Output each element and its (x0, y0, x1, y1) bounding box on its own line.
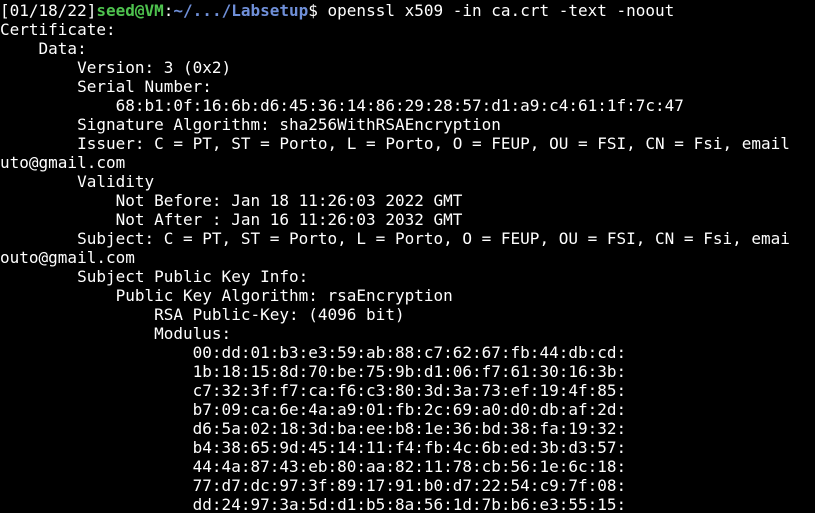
output-line: Not Before: Jan 18 11:26:03 2022 GMT (0, 191, 463, 210)
output-line: Subject Public Key Info: (0, 267, 309, 286)
prompt-path: ~/.../Labsetup (173, 1, 309, 20)
output-line: Signature Algorithm: sha256WithRSAEncryp… (0, 115, 501, 134)
output-line: dd:24:97:3a:5d:d1:b5:8a:56:1d:7b:b6:e3:5… (0, 495, 627, 513)
output-line: outo@gmail.com (0, 248, 135, 267)
terminal-window[interactable]: [01/18/22]seed@VM:~/.../Labsetup$ openss… (0, 0, 815, 513)
output-line: Subject: C = PT, ST = Porto, L = Porto, … (0, 229, 790, 248)
prompt-line: [01/18/22]seed@VM:~/.../Labsetup$ openss… (0, 1, 815, 20)
prompt-user-host: seed@VM (96, 1, 164, 20)
output-line: 1b:18:15:8d:70:be:75:9b:d1:06:f7:61:30:1… (0, 362, 627, 381)
output-line: b7:09:ca:6e:4a:a9:01:fb:2c:69:a0:d0:db:a… (0, 400, 627, 419)
output-line: Modulus: (0, 324, 232, 343)
output-line: 68:b1:0f:16:6b:d6:45:36:14:86:29:28:57:d… (0, 96, 684, 115)
output-line: Not After : Jan 16 11:26:03 2032 GMT (0, 210, 463, 229)
output-line: uto@gmail.com (0, 153, 126, 172)
prompt-dollar: $ (308, 1, 328, 20)
command-text: openssl x509 -in ca.crt -text -noout (327, 1, 675, 20)
output-line: RSA Public-Key: (4096 bit) (0, 305, 405, 324)
output-line: Certificate: (0, 20, 116, 39)
output-line: b4:38:65:9d:45:14:11:f4:fb:4c:6b:ed:3b:d… (0, 438, 627, 457)
output-line: Serial Number: (0, 77, 212, 96)
output-line: Validity (0, 172, 155, 191)
output-line: Data: (0, 39, 87, 58)
prompt-colon: : (163, 1, 174, 20)
prompt-date: [01/18/22] (0, 1, 97, 20)
output-line: Public Key Algorithm: rsaEncryption (0, 286, 453, 305)
output-line: 77:d7:dc:97:3f:89:17:91:b0:d7:22:54:c9:7… (0, 476, 627, 495)
output-line: 00:dd:01:b3:e3:59:ab:88:c7:62:67:fb:44:d… (0, 343, 627, 362)
output-line: Issuer: C = PT, ST = Porto, L = Porto, O… (0, 134, 790, 153)
output-line: 44:4a:87:43:eb:80:aa:82:11:78:cb:56:1e:6… (0, 457, 627, 476)
output-line: d6:5a:02:18:3d:ba:ee:b8:1e:36:bd:38:fa:1… (0, 419, 627, 438)
output-line: Version: 3 (0x2) (0, 58, 232, 77)
output-line: c7:32:3f:f7:ca:f6:c3:80:3d:3a:73:ef:19:4… (0, 381, 627, 400)
